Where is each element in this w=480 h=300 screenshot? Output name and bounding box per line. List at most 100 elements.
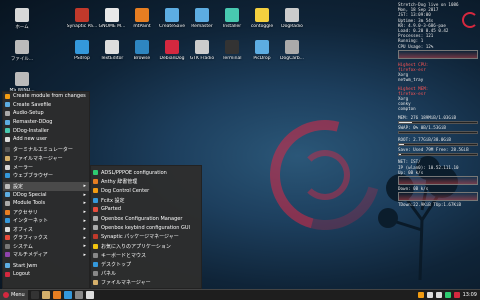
mem-bar <box>398 120 478 124</box>
desktop-icon[interactable]: DogCarb... <box>272 40 312 61</box>
network-totals: TDown:22.9KiB TUp:1.67KiB <box>398 202 462 208</box>
menu-item[interactable]: ファイルマネージャー <box>3 154 89 163</box>
menu-item[interactable]: デスクトップ <box>91 260 201 269</box>
menu-item-label: マルチメディア <box>13 252 48 259</box>
mail-icon <box>5 164 10 170</box>
battery-icon[interactable] <box>444 292 451 298</box>
upload-speed: Up: 0B k/s <box>398 169 424 175</box>
menu-item[interactable]: Module Tools ▸ <box>3 199 89 208</box>
browser-icon[interactable] <box>63 291 72 299</box>
menu-item[interactable]: パネル <box>91 269 201 278</box>
file-manager-icon[interactable] <box>41 291 50 299</box>
menu-button[interactable]: Menu <box>0 289 28 300</box>
debian-menu-icon <box>3 292 9 298</box>
menu-item[interactable]: Openbox Configuration Manager <box>91 214 201 223</box>
menu-item[interactable]: ファイルマネージャー <box>91 278 201 287</box>
menu-item[interactable]: DDog-Installer <box>3 126 89 135</box>
menu-item[interactable]: システム ▸ <box>3 242 89 251</box>
conky-system-monitor: Stretch-Dog live on 1086 Mon, 18 Sep 2017… <box>398 2 478 254</box>
adsl-icon <box>93 170 98 176</box>
desktop-icon-label: DogRadio <box>281 24 303 29</box>
clock[interactable]: 13:09 <box>463 292 477 298</box>
menu-item[interactable]: キーボードとマウス <box>91 251 201 260</box>
window-icon[interactable] <box>74 291 83 299</box>
menu-item[interactable]: Logout <box>3 270 89 279</box>
menu-item[interactable]: メーラー <box>3 163 89 172</box>
menu-item[interactable]: インターネット ▸ <box>3 216 89 225</box>
gnome-mplayer-icon <box>105 8 119 22</box>
desktop-icon-label: ファイル... <box>10 57 34 62</box>
menu-item[interactable]: グラフィックス ▸ <box>3 234 89 243</box>
download-graph <box>398 192 478 202</box>
menu-item[interactable]: お気に入りのアプリケーション <box>91 242 201 251</box>
menu-item[interactable]: Synaptic パッケージマネージャー <box>91 232 201 241</box>
menu-item[interactable]: Fcitx 設定 <box>91 196 201 205</box>
menu-item-label: ターミナルエミュレーター <box>13 147 73 154</box>
submenu-arrow-icon: ▸ <box>83 200 86 207</box>
menu-item[interactable]: Dog Control Center <box>91 186 201 195</box>
mtpaint-icon <box>135 8 149 22</box>
menu-item[interactable]: Openbox keybind configuration GUI <box>91 223 201 232</box>
submenu-arrow-icon: ▸ <box>83 217 86 224</box>
volume-icon[interactable] <box>435 292 442 298</box>
menu-item-label: 設定 <box>13 183 24 190</box>
menu-item[interactable]: ADSL/PPPOE configuration <box>91 168 201 177</box>
menu-item[interactable]: ウェブブラウザー <box>3 171 89 180</box>
desktop-icon[interactable]: ファイル... <box>2 40 42 62</box>
firefox-icon[interactable] <box>52 291 61 299</box>
menu-item-label: Module Tools <box>13 200 46 207</box>
update-icon[interactable] <box>453 292 460 298</box>
menu-item-label: Remaster-DDog <box>13 119 53 126</box>
menu-item-label: デスクトップ <box>101 261 132 268</box>
debian-swirl-inner <box>300 150 350 200</box>
menu-item-label: キーボードとマウス <box>101 252 147 259</box>
menu-item[interactable]: Create Savefile <box>3 101 89 110</box>
editor-icon[interactable] <box>85 291 94 299</box>
menu-item[interactable]: Start Jwm <box>3 261 89 270</box>
system-tray: 13:09 <box>415 292 480 298</box>
submenu-arrow-icon: ▸ <box>83 243 86 250</box>
desktop-icon[interactable]: DogRadio <box>272 8 312 29</box>
menu-item[interactable]: オフィス ▸ <box>3 225 89 234</box>
filesystem-icon <box>15 40 29 54</box>
favorites-icon <box>93 243 98 249</box>
office-icon <box>5 226 10 232</box>
menu-item[interactable]: ターミナルエミュレーター <box>3 146 89 155</box>
terminal-icon[interactable] <box>30 291 39 299</box>
createsave-icon <box>165 8 179 22</box>
quick-launch-bar <box>28 291 94 299</box>
logout-icon <box>5 271 10 277</box>
menu-item-label: システム <box>13 243 33 250</box>
menu-item-label: インターネット <box>13 218 49 225</box>
highest-cpu-list: Xorg netwm_tray <box>398 72 478 82</box>
graphics-icon <box>5 235 10 241</box>
menu-item-label: パネル <box>101 271 117 278</box>
submenu-arrow-icon: ▸ <box>83 183 86 190</box>
menu-item[interactable]: 設定 ▸ <box>3 181 89 191</box>
menu-item[interactable]: GParted <box>91 205 201 214</box>
menu-item[interactable]: Audio-Setup <box>3 109 89 118</box>
savefile-icon <box>5 102 10 108</box>
application-menu: Create module from changes Create Savefil… <box>2 91 90 289</box>
menu-item[interactable]: マルチメディア ▸ <box>3 251 89 260</box>
menu-item[interactable]: DDog Special ▸ <box>3 191 89 200</box>
menu-item[interactable]: アクセサリ ▸ <box>3 208 89 217</box>
menu-item-label: Logout <box>13 271 31 278</box>
menu-item[interactable]: Add new user <box>3 135 89 144</box>
menu-item[interactable]: Create module from changes <box>3 92 89 101</box>
conky-line: CPU Usage: 12% <box>398 43 434 49</box>
menu-item[interactable]: Anthy 辞書管理 <box>91 177 201 186</box>
taskbar: Menu 13:09 <box>0 289 480 300</box>
internet-icon <box>5 218 10 224</box>
synaptic-icon <box>75 8 89 22</box>
system-icon <box>5 243 10 249</box>
desktop-icon[interactable]: ホーム <box>2 8 42 30</box>
menu-item[interactable]: Remaster-DDog <box>3 118 89 127</box>
swap-usage-line: SWAP: 0% 0B/1.53GiB <box>398 124 446 130</box>
network-icon[interactable] <box>426 292 433 298</box>
menu-item-label: ファイルマネージャー <box>101 280 151 287</box>
menu-item-label: DDog Special <box>13 191 47 198</box>
highest-mem-list: Xorg conky compton <box>398 96 478 112</box>
desktop-icon[interactable]: MS WIND... <box>2 72 42 93</box>
keyboard-tray-icon[interactable] <box>417 292 424 298</box>
